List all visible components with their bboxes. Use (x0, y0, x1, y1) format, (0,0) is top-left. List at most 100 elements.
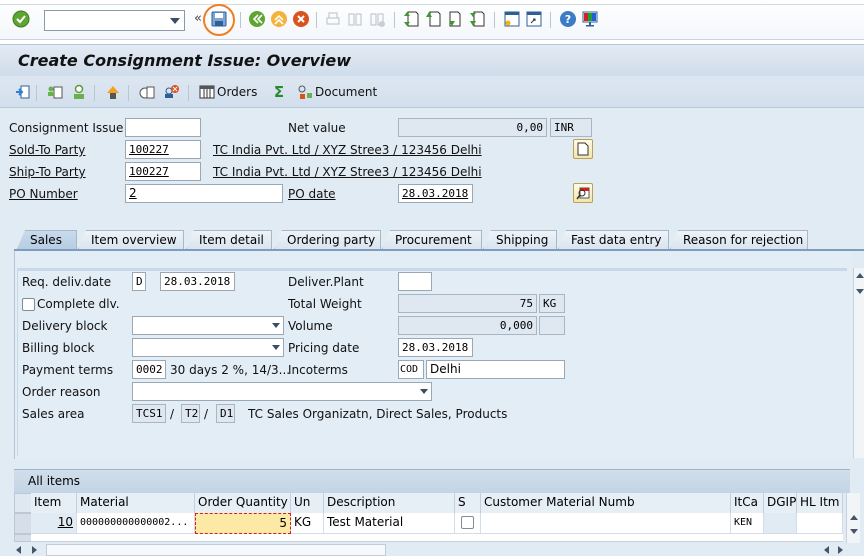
scroll-right-icon[interactable] (838, 546, 843, 554)
cell-hl-itm[interactable] (797, 513, 843, 534)
pricing-date-input[interactable]: 28.03.2018 (398, 338, 473, 357)
orders-hierarchy-icon[interactable] (104, 83, 122, 101)
new-document-button[interactable] (573, 139, 593, 159)
save-icon[interactable] (210, 10, 228, 28)
tab-ordering-party[interactable]: Ordering party (274, 230, 381, 249)
orders-table-icon[interactable] (198, 83, 216, 101)
cell-material[interactable]: 000000000000002... (77, 513, 195, 534)
scroll-up-icon[interactable] (856, 273, 864, 278)
chevron-down-icon[interactable] (420, 389, 428, 394)
column-header-unit[interactable]: Un (291, 493, 324, 513)
tab-item-overview[interactable]: Item overview (78, 230, 184, 249)
help-icon[interactable]: ? (559, 10, 577, 28)
orders-button[interactable]: Orders (217, 85, 257, 99)
order-reason-select[interactable] (132, 382, 432, 401)
po-number-input[interactable]: 2 (125, 184, 283, 203)
table-row-empty[interactable] (31, 534, 843, 542)
billing-block-label: Billing block (22, 341, 95, 355)
cell-order-quantity[interactable]: 5 (195, 513, 291, 534)
ship-to-party-description[interactable]: TC India Pvt. Ltd / XYZ Stree3 / 123456 … (213, 165, 482, 179)
sold-to-party-input[interactable]: 100227 (125, 140, 201, 159)
chevron-down-icon[interactable] (170, 18, 180, 24)
print-icon[interactable] (324, 10, 342, 28)
scroll-right-icon[interactable] (32, 546, 37, 554)
cancel-icon[interactable] (292, 10, 310, 28)
sold-to-party-label[interactable]: Sold-To Party (9, 143, 85, 157)
column-header-description[interactable]: Description (324, 493, 455, 513)
ship-to-party-input[interactable]: 100227 (125, 162, 201, 181)
find-next-icon[interactable] (368, 10, 386, 28)
tab-label: Shipping (496, 233, 549, 247)
last-page-icon[interactable] (468, 10, 486, 28)
collapse-toolbar-icon[interactable]: « (194, 11, 202, 26)
column-header-item[interactable]: Item (31, 493, 77, 513)
tab-panel-scrollbar[interactable] (853, 268, 864, 458)
scroll-down-icon[interactable] (856, 289, 864, 294)
cell-description[interactable]: Test Material (324, 513, 455, 534)
req-deliv-date-period[interactable]: D (132, 272, 146, 291)
display-status-icon[interactable] (138, 83, 156, 101)
column-header-dgip[interactable]: DGIP (764, 493, 797, 513)
chevron-down-icon[interactable] (272, 323, 280, 328)
column-header-itca[interactable]: ItCa (731, 493, 764, 513)
po-date-input[interactable]: 28.03.2018 (398, 184, 473, 203)
customize-layout-icon[interactable] (581, 10, 599, 28)
column-header-hl-itm[interactable]: HL Itm (797, 493, 843, 513)
s-checkbox[interactable] (461, 516, 474, 529)
back-icon[interactable] (248, 10, 266, 28)
display-document-button[interactable] (573, 183, 593, 203)
tab-item-detail[interactable]: Item detail (186, 230, 272, 249)
incoterms-location-input[interactable]: Delhi (426, 360, 565, 379)
table-scrollbar[interactable] (846, 493, 860, 543)
scroll-thumb[interactable] (46, 544, 386, 556)
incoterms-code-input[interactable]: COD (398, 360, 424, 379)
ship-to-party-label[interactable]: Ship-To Party (9, 165, 86, 179)
column-header-order-quantity[interactable]: Order Quantity (195, 493, 291, 513)
next-page-icon[interactable] (446, 10, 464, 28)
table-horizontal-scrollbar[interactable] (14, 543, 850, 556)
previous-page-icon[interactable] (424, 10, 442, 28)
scroll-left-icon[interactable] (824, 546, 829, 554)
separator (394, 12, 395, 28)
complete-dlv-checkbox[interactable] (22, 298, 35, 311)
req-deliv-date-input[interactable]: 28.03.2018 (160, 272, 235, 291)
document-button[interactable]: Document (315, 85, 377, 99)
new-session-icon[interactable] (503, 10, 521, 28)
header-details-icon[interactable] (46, 83, 64, 101)
scroll-down-icon[interactable] (850, 529, 858, 534)
tab-shipping[interactable]: Shipping (483, 230, 557, 249)
reject-item-icon[interactable] (162, 83, 180, 101)
po-number-label[interactable]: PO Number (9, 187, 78, 201)
payment-terms-input[interactable]: 0002 (132, 360, 166, 379)
deliver-plant-input[interactable] (398, 272, 432, 291)
tab-procurement[interactable]: Procurement (382, 230, 482, 249)
scroll-up-icon[interactable] (850, 515, 858, 520)
chevron-down-icon[interactable] (272, 345, 280, 350)
po-date-label[interactable]: PO date (288, 187, 336, 201)
billing-block-select[interactable] (132, 338, 284, 357)
exit-icon[interactable] (270, 10, 288, 28)
cell-unit[interactable]: KG (291, 513, 324, 534)
business-partner-icon[interactable] (70, 83, 88, 101)
consignment-issue-input[interactable] (125, 118, 201, 137)
sold-to-party-description[interactable]: TC India Pvt. Ltd / XYZ Stree3 / 123456 … (213, 143, 482, 157)
display-document-flow-icon[interactable] (14, 83, 32, 101)
cell-item[interactable]: 10 (31, 513, 77, 534)
shortcut-icon[interactable] (525, 10, 543, 28)
enter-icon[interactable] (12, 10, 30, 28)
first-page-icon[interactable] (402, 10, 420, 28)
scroll-left-icon[interactable] (16, 546, 21, 554)
cell-itca[interactable]: KEN (731, 513, 764, 534)
command-field[interactable] (44, 10, 185, 31)
cell-customer-material[interactable] (481, 513, 731, 534)
column-header-s[interactable]: S (455, 493, 481, 513)
document-icon[interactable] (296, 83, 314, 101)
sum-icon[interactable]: Σ (270, 83, 288, 101)
tab-sales[interactable]: Sales (17, 230, 77, 249)
tab-fast-data-entry[interactable]: Fast data entry (558, 230, 669, 249)
column-header-material[interactable]: Material (77, 493, 195, 513)
column-header-customer-material[interactable]: Customer Material Numb (481, 493, 731, 513)
delivery-block-select[interactable] (132, 316, 284, 335)
tab-reason-for-rejection[interactable]: Reason for rejection (670, 230, 808, 249)
find-icon[interactable] (346, 10, 364, 28)
